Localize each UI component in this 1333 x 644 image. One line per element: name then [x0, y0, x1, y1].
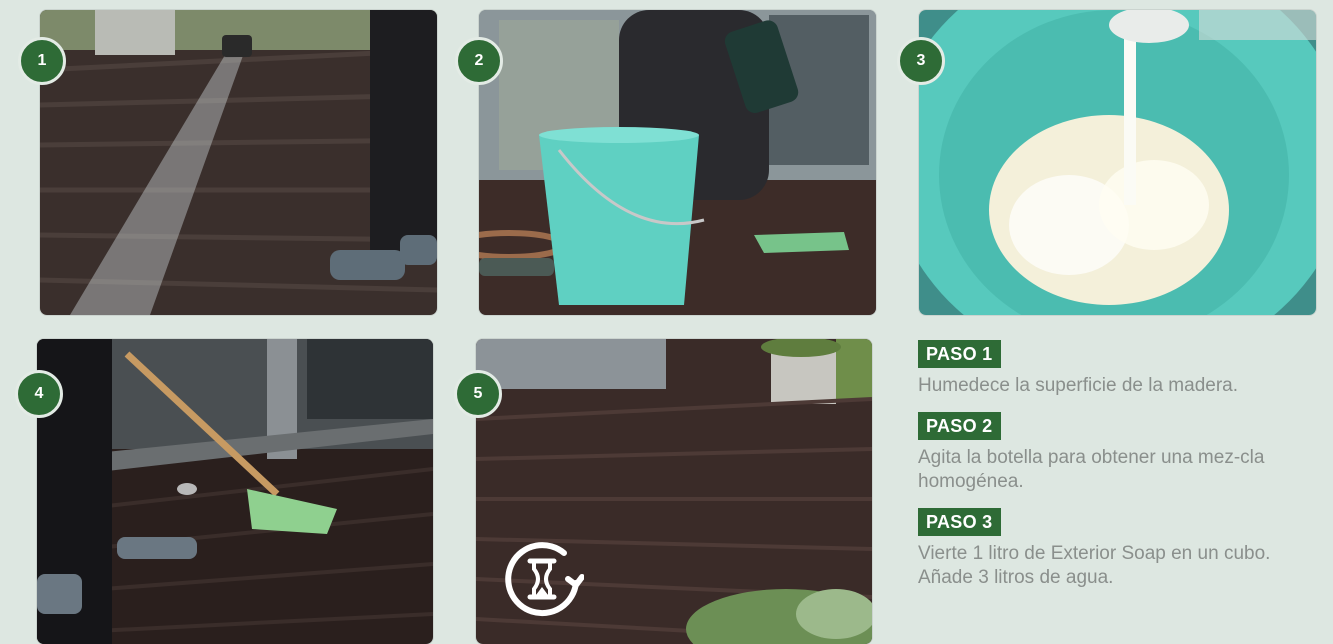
photo-1-image — [40, 10, 437, 315]
step-title: PASO 2 — [918, 412, 1001, 440]
photo-2-image — [479, 10, 876, 315]
step-text: Agita la botella para obtener una mez-cl… — [918, 447, 1265, 492]
step-block: PASO 3 Vierte 1 litro de Exterior Soap e… — [918, 508, 1318, 590]
photo-3-image — [919, 10, 1316, 315]
step-number-badge: 3 — [897, 37, 945, 85]
photo-step-3 — [919, 10, 1316, 315]
photo-step-4 — [37, 339, 433, 644]
step-number-badge: 2 — [455, 37, 503, 85]
photo-4-image — [37, 339, 433, 644]
hourglass-rotate-icon — [504, 539, 584, 619]
step-number-badge: 1 — [18, 37, 66, 85]
photo-step-5 — [476, 339, 872, 644]
step-title: PASO 1 — [918, 340, 1001, 368]
step-number-badge: 5 — [454, 370, 502, 418]
step-instructions: PASO 1 Humedece la superficie de la made… — [918, 340, 1318, 604]
step-title: PASO 3 — [918, 508, 1001, 536]
step-text: Vierte 1 litro de Exterior Soap en un cu… — [918, 543, 1271, 588]
step-text: Humedece la superficie de la madera. — [918, 375, 1239, 396]
step-block: PASO 2 Agita la botella para obtener una… — [918, 412, 1318, 494]
photo-step-1 — [40, 10, 437, 315]
photo-step-2 — [479, 10, 876, 315]
step-block: PASO 1 Humedece la superficie de la made… — [918, 340, 1318, 398]
step-number-badge: 4 — [15, 370, 63, 418]
